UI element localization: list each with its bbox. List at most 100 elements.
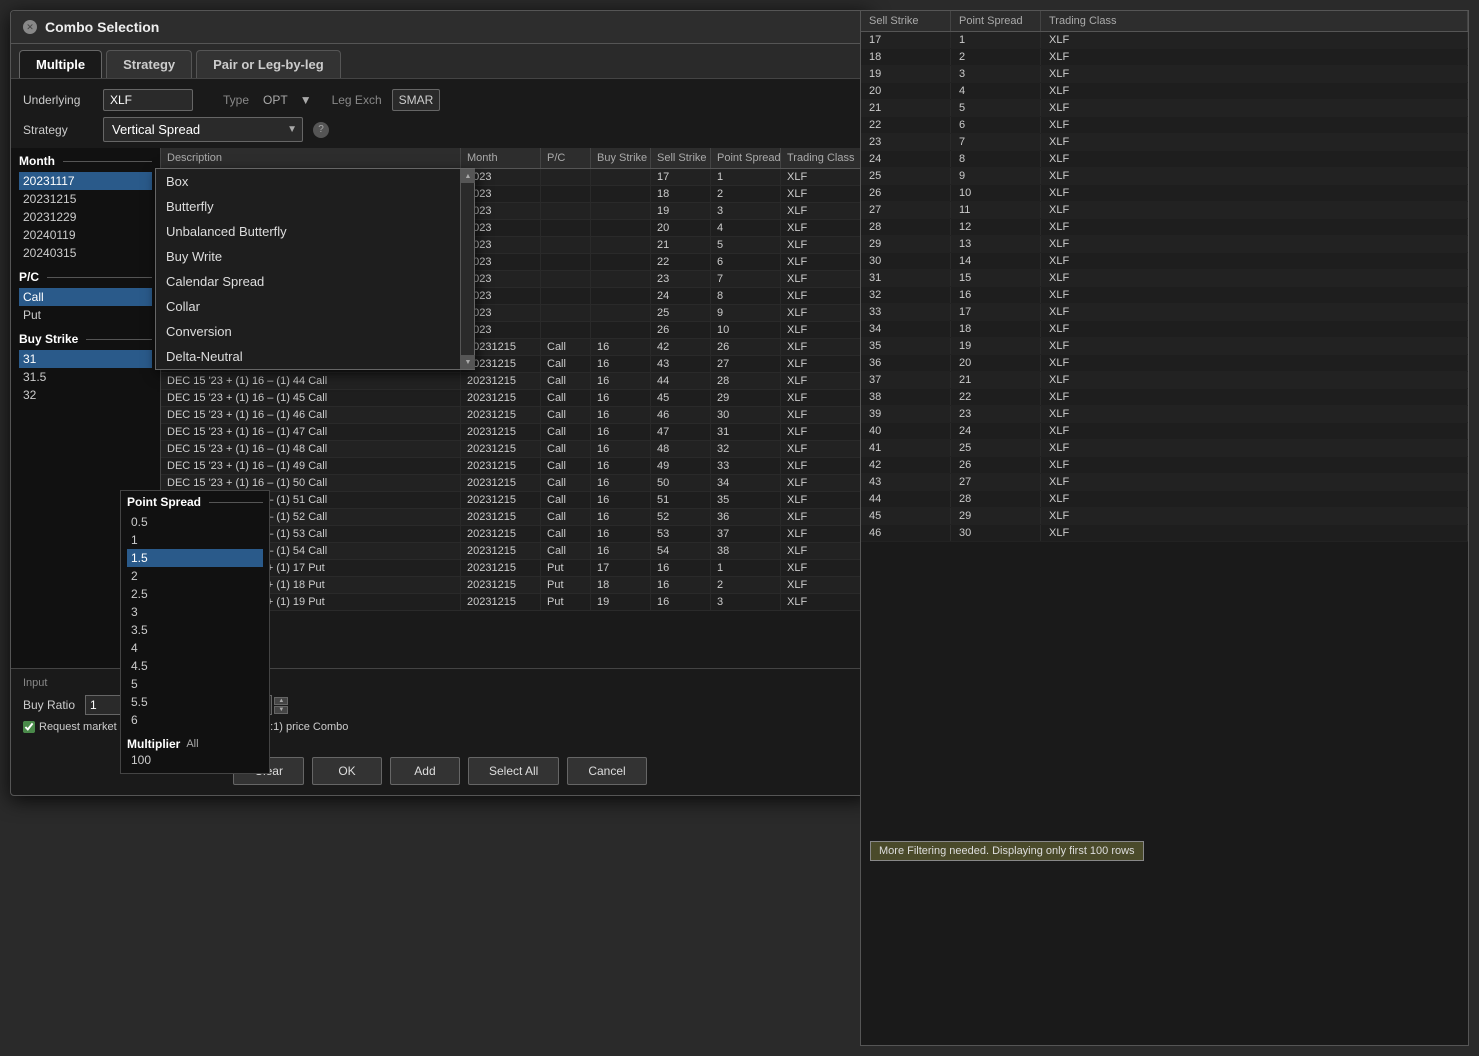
wide-grid-row[interactable]: 32 16 XLF (861, 287, 1468, 304)
cell-sell: 16 (651, 594, 711, 610)
wide-grid-row[interactable]: 41 25 XLF (861, 440, 1468, 457)
wide-grid-row[interactable]: 27 11 XLF (861, 202, 1468, 219)
wide-cell-sell: 21 (861, 100, 951, 116)
spread-item[interactable]: 1 (127, 531, 263, 549)
wide-grid-row[interactable]: 17 1 XLF (861, 32, 1468, 49)
spread-item[interactable]: 3 (127, 603, 263, 621)
spread-item[interactable]: 3.5 (127, 621, 263, 639)
wide-cell-spread: 29 (951, 508, 1041, 524)
wide-grid-row[interactable]: 45 29 XLF (861, 508, 1468, 525)
strategy-select[interactable]: Vertical Spread Box Butterfly Unbalanced… (103, 117, 303, 142)
wide-grid-row[interactable]: 36 20 XLF (861, 355, 1468, 372)
pc-call[interactable]: Call (19, 288, 152, 306)
cell-class: XLF (781, 560, 861, 576)
cell-desc: DEC 15 '23 + (1) 16 – (1) 44 Call (161, 373, 461, 389)
buy-strike-item[interactable]: 31.5 (19, 368, 152, 386)
spread-item[interactable]: 5 (127, 675, 263, 693)
wide-grid-row[interactable]: 20 4 XLF (861, 83, 1468, 100)
wide-grid-row[interactable]: 43 27 XLF (861, 474, 1468, 491)
cell-desc: DEC 15 '23 + (1) 16 – (1) 45 Call (161, 390, 461, 406)
strategy-dropdown: ▲ ▼ Box Butterfly Unbalanced Butterfly B… (155, 168, 475, 370)
dropdown-item-calendar-spread[interactable]: Calendar Spread (156, 269, 474, 294)
dropdown-item-buy-write[interactable]: Buy Write (156, 244, 474, 269)
spread-item[interactable]: 0.5 (127, 513, 263, 531)
pc-divider (47, 277, 152, 278)
cell-month: 20231215 (461, 560, 541, 576)
wide-grid-row[interactable]: 22 6 XLF (861, 117, 1468, 134)
sell-ratio-up[interactable]: ▲ (274, 697, 288, 705)
select-all-button[interactable]: Select All (468, 757, 559, 785)
grid-row[interactable]: DEC 15 '23 + (1) 16 – (1) 48 Call 202312… (161, 441, 869, 458)
dropdown-item-delta-neutral[interactable]: Delta-Neutral (156, 344, 474, 369)
cell-spread: 31 (711, 424, 781, 440)
wide-grid-row[interactable]: 38 22 XLF (861, 389, 1468, 406)
wide-grid-row[interactable]: 31 15 XLF (861, 270, 1468, 287)
wide-cell-spread: 25 (951, 440, 1041, 456)
cell-sell: 52 (651, 509, 711, 525)
wide-grid-row[interactable]: 18 2 XLF (861, 49, 1468, 66)
close-button[interactable]: ✕ (23, 20, 37, 34)
pc-put[interactable]: Put (19, 306, 152, 324)
sell-ratio-down[interactable]: ▼ (274, 706, 288, 714)
tab-multiple[interactable]: Multiple (19, 50, 102, 78)
month-item[interactable]: 20231229 (19, 208, 152, 226)
cancel-button[interactable]: Cancel (567, 757, 646, 785)
wide-cell-sell: 24 (861, 151, 951, 167)
month-item[interactable]: 20231215 (19, 190, 152, 208)
wide-grid-row[interactable]: 30 14 XLF (861, 253, 1468, 270)
wide-grid-row[interactable]: 42 26 XLF (861, 457, 1468, 474)
wide-grid-row[interactable]: 29 13 XLF (861, 236, 1468, 253)
grid-row[interactable]: DEC 15 '23 + (1) 16 – (1) 45 Call 202312… (161, 390, 869, 407)
wide-grid-row[interactable]: 46 30 XLF (861, 525, 1468, 542)
wide-grid-row[interactable]: 35 19 XLF (861, 338, 1468, 355)
wide-grid-row[interactable]: 23 7 XLF (861, 134, 1468, 151)
wide-grid-row[interactable]: 26 10 XLF (861, 185, 1468, 202)
add-button[interactable]: Add (390, 757, 460, 785)
month-item[interactable]: 20240315 (19, 244, 152, 262)
wide-grid-row[interactable]: 33 17 XLF (861, 304, 1468, 321)
wide-cell-spread: 20 (951, 355, 1041, 371)
month-item[interactable]: 20240119 (19, 226, 152, 244)
wide-grid-row[interactable]: 24 8 XLF (861, 151, 1468, 168)
cell-class: XLF (781, 458, 861, 474)
wide-grid-row[interactable]: 34 18 XLF (861, 321, 1468, 338)
dropdown-scroll-up[interactable]: ▲ (461, 169, 475, 183)
dropdown-scroll-down[interactable]: ▼ (461, 355, 475, 369)
buy-strike-item[interactable]: 32 (19, 386, 152, 404)
cell-desc: DEC 15 '23 + (1) 16 – (1) 50 Call (161, 475, 461, 491)
tab-strategy[interactable]: Strategy (106, 50, 192, 78)
dropdown-item-butterfly[interactable]: Butterfly (156, 194, 474, 219)
spread-item[interactable]: 1.5 (127, 549, 263, 567)
spread-item[interactable]: 6 (127, 711, 263, 729)
wide-grid-row[interactable]: 21 5 XLF (861, 100, 1468, 117)
ok-button[interactable]: OK (312, 757, 382, 785)
wide-grid-row[interactable]: 28 12 XLF (861, 219, 1468, 236)
tab-pair[interactable]: Pair or Leg-by-leg (196, 50, 341, 78)
spread-item[interactable]: 2.5 (127, 585, 263, 603)
grid-row[interactable]: DEC 15 '23 + (1) 16 – (1) 44 Call 202312… (161, 373, 869, 390)
grid-row[interactable]: DEC 15 '23 + (1) 16 – (1) 46 Call 202312… (161, 407, 869, 424)
cell-sell: 24 (651, 288, 711, 304)
help-icon[interactable]: ? (313, 122, 329, 138)
grid-row[interactable]: DEC 15 '23 + (1) 16 – (1) 47 Call 202312… (161, 424, 869, 441)
underlying-input[interactable] (103, 89, 193, 111)
dropdown-item-unbalanced-butterfly[interactable]: Unbalanced Butterfly (156, 219, 474, 244)
spread-item[interactable]: 2 (127, 567, 263, 585)
wide-grid-row[interactable]: 39 23 XLF (861, 406, 1468, 423)
wide-grid-row[interactable]: 44 28 XLF (861, 491, 1468, 508)
grid-row[interactable]: DEC 15 '23 + (1) 16 – (1) 49 Call 202312… (161, 458, 869, 475)
wide-grid-row[interactable]: 37 21 XLF (861, 372, 1468, 389)
spread-item[interactable]: 4.5 (127, 657, 263, 675)
wide-cell-sell: 44 (861, 491, 951, 507)
spread-item[interactable]: 4 (127, 639, 263, 657)
wide-col-sell-strike: Sell Strike (861, 11, 951, 31)
wide-grid-row[interactable]: 40 24 XLF (861, 423, 1468, 440)
month-item[interactable]: 20231117 (19, 172, 152, 190)
buy-strike-item[interactable]: 31 (19, 350, 152, 368)
spread-item[interactable]: 5.5 (127, 693, 263, 711)
wide-grid-row[interactable]: 25 9 XLF (861, 168, 1468, 185)
dropdown-item-conversion[interactable]: Conversion (156, 319, 474, 344)
dropdown-item-box[interactable]: Box (156, 169, 474, 194)
dropdown-item-collar[interactable]: Collar (156, 294, 474, 319)
wide-grid-row[interactable]: 19 3 XLF (861, 66, 1468, 83)
